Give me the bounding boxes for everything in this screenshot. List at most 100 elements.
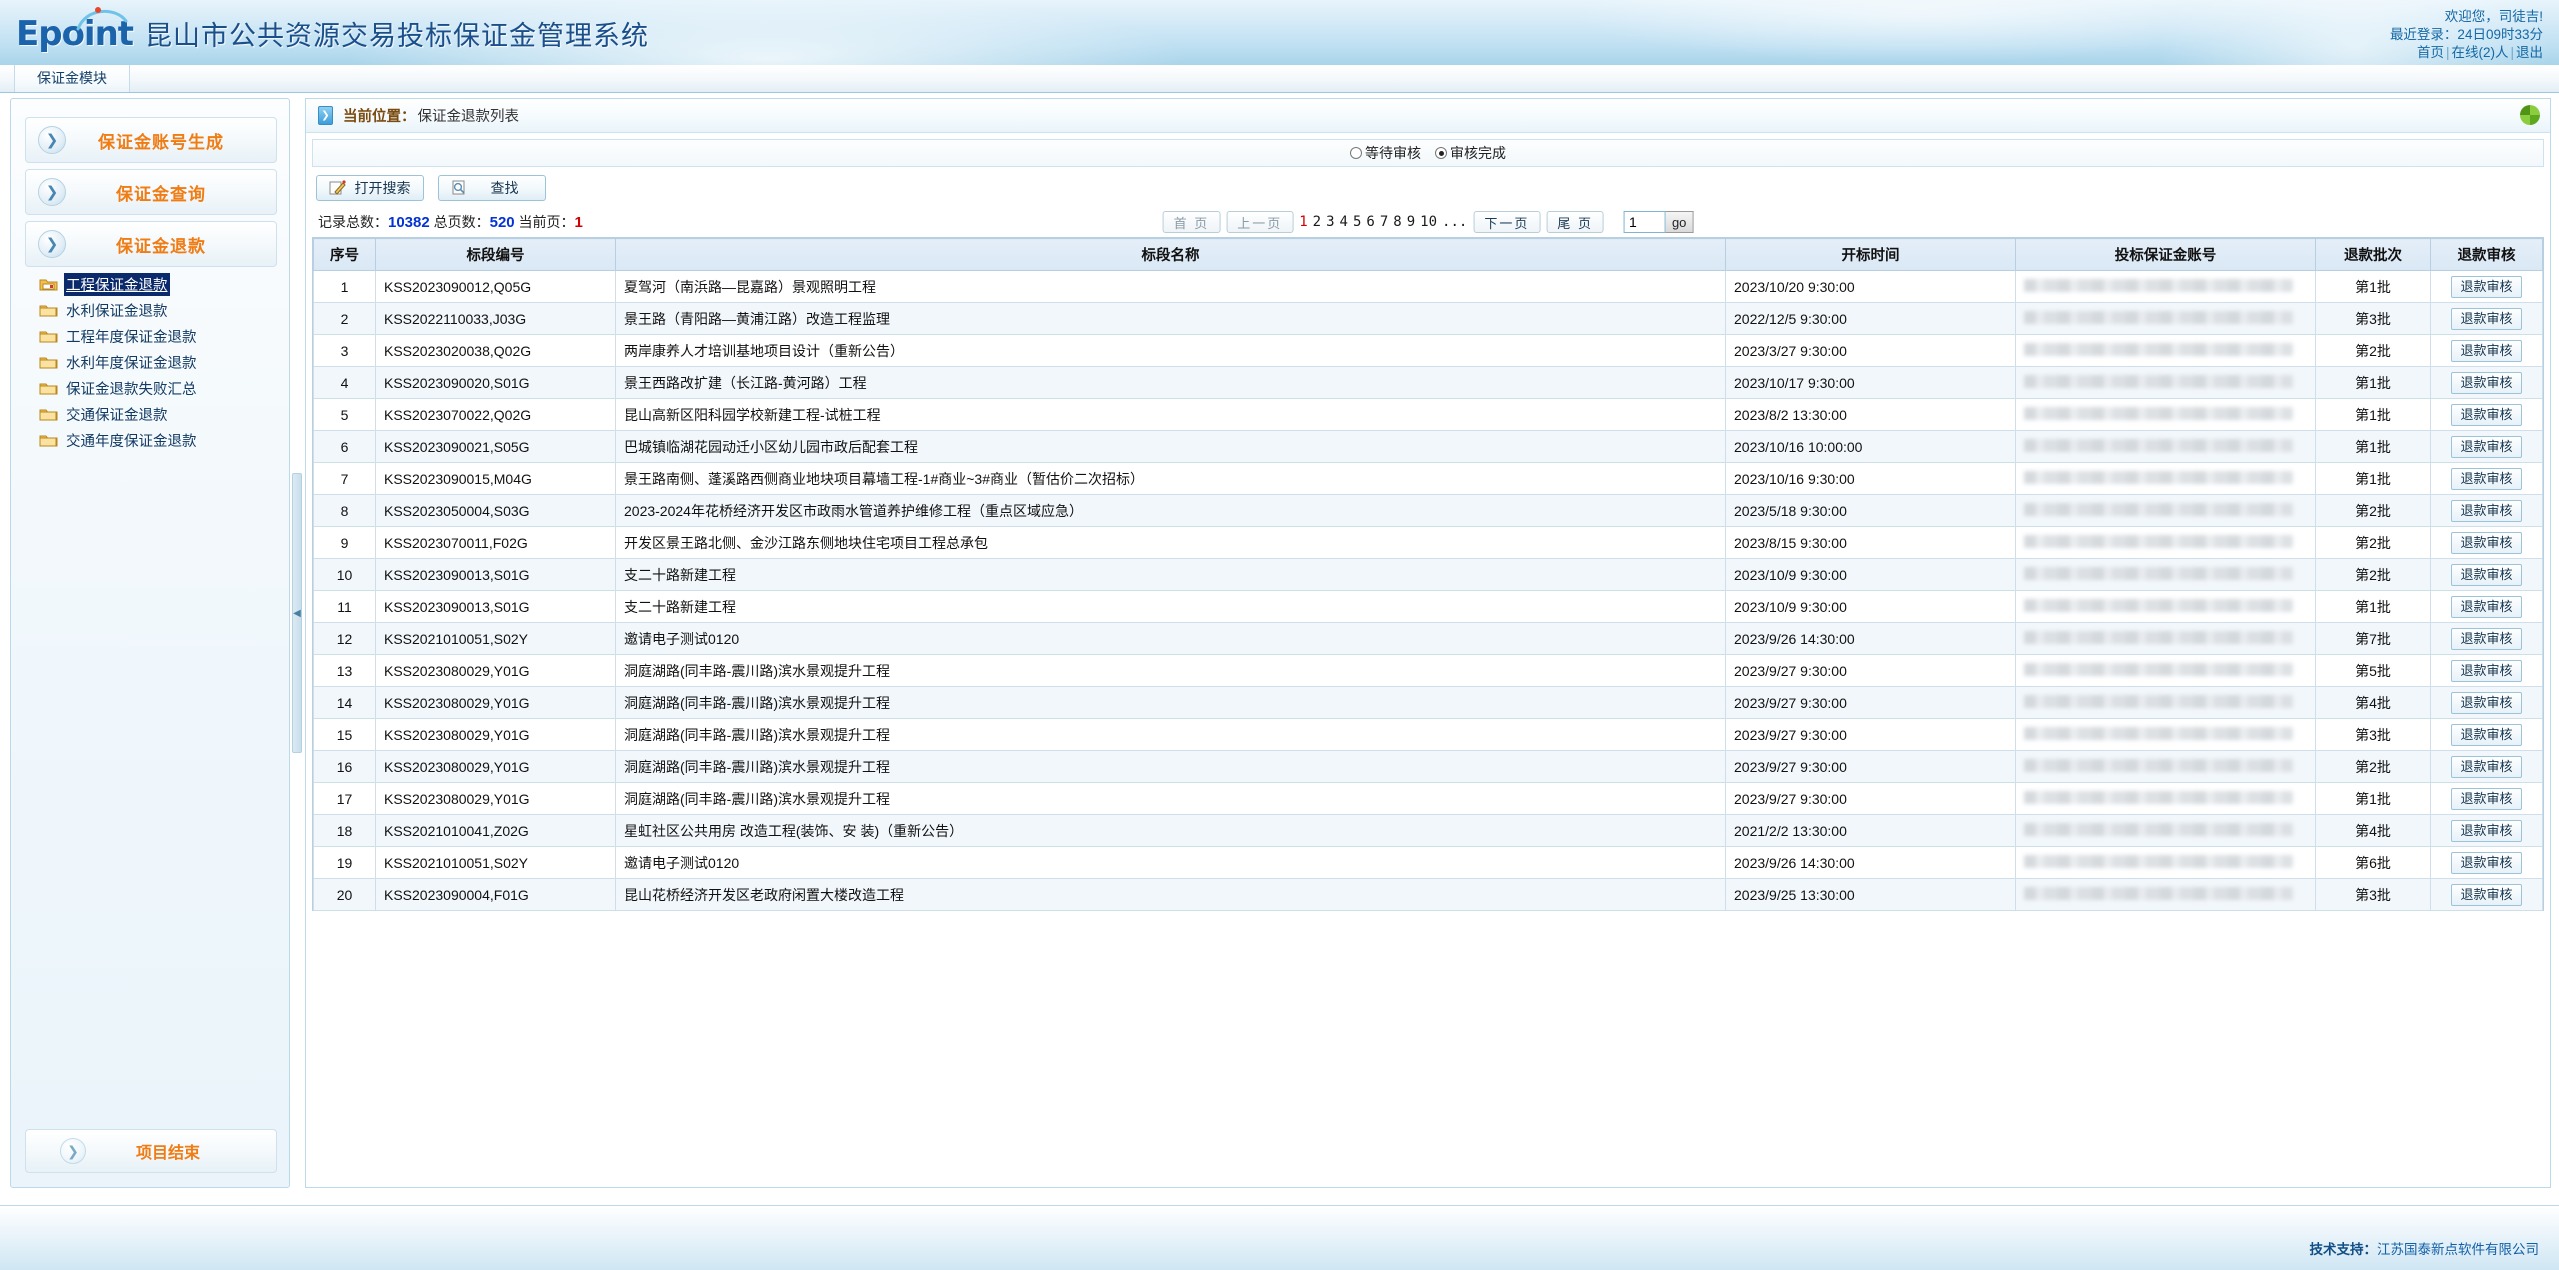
refund-audit-button[interactable]: 退款审核 bbox=[2451, 883, 2522, 906]
refresh-icon[interactable] bbox=[2520, 105, 2540, 125]
cell-refund-batch: 第3批 bbox=[2315, 718, 2431, 751]
cell-deposit-account bbox=[2015, 558, 2316, 591]
page-number-7[interactable]: 7 bbox=[1380, 214, 1388, 230]
page-number-3[interactable]: 3 bbox=[1326, 214, 1334, 230]
page-number-6[interactable]: 6 bbox=[1366, 214, 1374, 230]
last-page-button[interactable]: 尾 页 bbox=[1546, 211, 1604, 233]
table-row: 19 KSS2021010051,S02Y 邀请电子测试0120 2023/9/26 … bbox=[313, 846, 2543, 879]
refund-audit-button[interactable]: 退款审核 bbox=[2451, 467, 2522, 490]
tab-deposit-module[interactable]: 保证金模块 bbox=[14, 65, 130, 92]
sidebar-item-label: 水利年度保证金退款 bbox=[66, 355, 197, 372]
home-link[interactable]: 首页 bbox=[2417, 45, 2444, 60]
sidebar-splitter-handle[interactable]: ◀ bbox=[292, 473, 302, 753]
cell-refund-audit: 退款审核 bbox=[2430, 462, 2543, 495]
page-number-8[interactable]: 8 bbox=[1393, 214, 1401, 230]
cell-section-no: KSS2023080029,Y01G bbox=[375, 654, 616, 687]
online-users-link[interactable]: 在线(2)人 bbox=[2451, 45, 2508, 60]
refund-audit-button[interactable]: 退款审核 bbox=[2451, 563, 2522, 586]
sidebar-item-transport-refund[interactable]: 交通保证金退款 bbox=[39, 401, 289, 427]
sidebar-menu-account-generation[interactable]: ❯ 保证金账号生成 bbox=[25, 117, 277, 163]
refund-audit-button[interactable]: 退款审核 bbox=[2451, 403, 2522, 426]
refund-audit-button[interactable]: 退款审核 bbox=[2451, 723, 2522, 746]
sidebar-item-engineering-refund[interactable]: 工程保证金退款 bbox=[39, 271, 289, 297]
sidebar-item-engineering-annual-refund[interactable]: 工程年度保证金退款 bbox=[39, 323, 289, 349]
breadcrumb-icon: ❯ bbox=[318, 106, 333, 125]
col-refund-audit: 退款审核 bbox=[2430, 238, 2543, 271]
cell-section-no: KSS2023090021,S05G bbox=[375, 430, 616, 463]
cell-deposit-account bbox=[2015, 302, 2316, 335]
refund-audit-button[interactable]: 退款审核 bbox=[2451, 659, 2522, 682]
sidebar-item-water-refund[interactable]: 水利保证金退款 bbox=[39, 297, 289, 323]
cell-index: 7 bbox=[313, 462, 376, 495]
refund-audit-button[interactable]: 退款审核 bbox=[2451, 339, 2522, 362]
sidebar-menu-label: 保证金查询 bbox=[116, 184, 206, 204]
cell-refund-audit: 退款审核 bbox=[2430, 782, 2543, 815]
masked-account-value bbox=[2024, 790, 2293, 804]
cell-deposit-account bbox=[2015, 398, 2316, 431]
goto-page-input[interactable] bbox=[1623, 211, 1666, 233]
cell-section-no: KSS2021010051,S02Y bbox=[375, 622, 616, 655]
sidebar-menu-project-end[interactable]: ❯ 项目结束 bbox=[25, 1129, 277, 1173]
sidebar-item-water-annual-refund[interactable]: 水利年度保证金退款 bbox=[39, 349, 289, 375]
cell-index: 9 bbox=[313, 526, 376, 559]
page-number-1[interactable]: 1 bbox=[1299, 214, 1307, 230]
welcome-text: 欢迎您，司徒吉! bbox=[2444, 9, 2543, 24]
radio-pending-audit[interactable]: 等待审核 bbox=[1350, 143, 1421, 163]
cell-refund-audit: 退款审核 bbox=[2430, 814, 2543, 847]
total-records-label: 记录总数： bbox=[318, 214, 388, 230]
support-company-link[interactable]: 江苏国泰新点软件有限公司 bbox=[2377, 1242, 2539, 1257]
refund-audit-button[interactable]: 退款审核 bbox=[2451, 627, 2522, 650]
refund-audit-button[interactable]: 退款审核 bbox=[2451, 275, 2522, 298]
sidebar-menu-deposit-query[interactable]: ❯ 保证金查询 bbox=[25, 169, 277, 215]
refund-audit-button[interactable]: 退款审核 bbox=[2451, 435, 2522, 458]
go-button[interactable]: go bbox=[1665, 211, 1694, 233]
cell-section-name: 开发区景王路北侧、金沙江路东侧地块住宅项目工程总承包 bbox=[615, 526, 1726, 559]
cell-open-time: 2022/12/5 9:30:00 bbox=[1725, 302, 2016, 335]
page-number-2[interactable]: 2 bbox=[1313, 214, 1321, 230]
table-body: 1 KSS2023090012,Q05G 夏驾河（南浜路—昆嘉路）景观照明工程 202… bbox=[313, 270, 2543, 911]
table-row: 10 KSS2023090013,S01G 支二十路新建工程 2023/10/9 9:… bbox=[313, 558, 2543, 591]
sidebar-item-transport-annual-refund[interactable]: 交通年度保证金退款 bbox=[39, 427, 289, 453]
refund-audit-button[interactable]: 退款审核 bbox=[2451, 499, 2522, 522]
search-button[interactable]: 查找 bbox=[438, 175, 546, 201]
sidebar-menu-deposit-refund[interactable]: ❯ 保证金退款 bbox=[25, 221, 277, 267]
refund-audit-button[interactable]: 退款审核 bbox=[2451, 851, 2522, 874]
sidebar-item-refund-failure-summary[interactable]: 保证金退款失败汇总 bbox=[39, 375, 289, 401]
cell-deposit-account bbox=[2015, 494, 2316, 527]
next-page-button[interactable]: 下一页 bbox=[1473, 211, 1541, 233]
table-row: 15 KSS2023080029,Y01G 洞庭湖路(同丰路-震川路)滨水景观提升工… bbox=[313, 718, 2543, 751]
refund-audit-button[interactable]: 退款审核 bbox=[2451, 595, 2522, 618]
refund-audit-button[interactable]: 退款审核 bbox=[2451, 531, 2522, 554]
refund-audit-button[interactable]: 退款审核 bbox=[2451, 371, 2522, 394]
content-panel: ❯ 当前位置： 保证金退款列表 等待审核 审核完成 打开搜索 查找 记录总数：1… bbox=[305, 98, 2551, 1188]
cell-refund-audit: 退款审核 bbox=[2430, 878, 2543, 911]
refund-audit-button[interactable]: 退款审核 bbox=[2451, 691, 2522, 714]
logout-link[interactable]: 退出 bbox=[2516, 45, 2543, 60]
refund-audit-button[interactable]: 退款审核 bbox=[2451, 307, 2522, 330]
page-number-5[interactable]: 5 bbox=[1353, 214, 1361, 230]
cell-index: 8 bbox=[313, 494, 376, 527]
search-icon bbox=[452, 180, 465, 195]
page-number-9[interactable]: 9 bbox=[1407, 214, 1415, 230]
cell-section-name: 星虹社区公共用房 改造工程(装饰、安 装)（重新公告） bbox=[615, 814, 1726, 847]
page-number-4[interactable]: 4 bbox=[1340, 214, 1348, 230]
cell-refund-audit: 退款审核 bbox=[2430, 270, 2543, 303]
cell-refund-batch: 第6批 bbox=[2315, 846, 2431, 879]
table-row: 17 KSS2023080029,Y01G 洞庭湖路(同丰路-震川路)滨水景观提升工… bbox=[313, 782, 2543, 815]
cell-section-name: 景王西路改扩建（长江路-黄河路）工程 bbox=[615, 366, 1726, 399]
prev-page-button[interactable]: 上一页 bbox=[1226, 211, 1294, 233]
page-number-10[interactable]: 10 bbox=[1420, 214, 1437, 230]
cell-index: 10 bbox=[313, 558, 376, 591]
first-page-button[interactable]: 首 页 bbox=[1162, 211, 1221, 233]
cell-section-name: 邀请电子测试0120 bbox=[615, 846, 1726, 879]
cell-refund-batch: 第1批 bbox=[2315, 782, 2431, 815]
cell-deposit-account bbox=[2015, 270, 2316, 303]
cell-refund-batch: 第5批 bbox=[2315, 654, 2431, 687]
refund-audit-button[interactable]: 退款审核 bbox=[2451, 787, 2522, 810]
refund-audit-button[interactable]: 退款审核 bbox=[2451, 755, 2522, 778]
button-label: 打开搜索 bbox=[354, 180, 411, 196]
refund-audit-button[interactable]: 退款审核 bbox=[2451, 819, 2522, 842]
cell-open-time: 2023/10/9 9:30:00 bbox=[1725, 590, 2016, 623]
open-search-button[interactable]: 打开搜索 bbox=[316, 175, 424, 201]
radio-audit-complete[interactable]: 审核完成 bbox=[1435, 143, 1506, 163]
